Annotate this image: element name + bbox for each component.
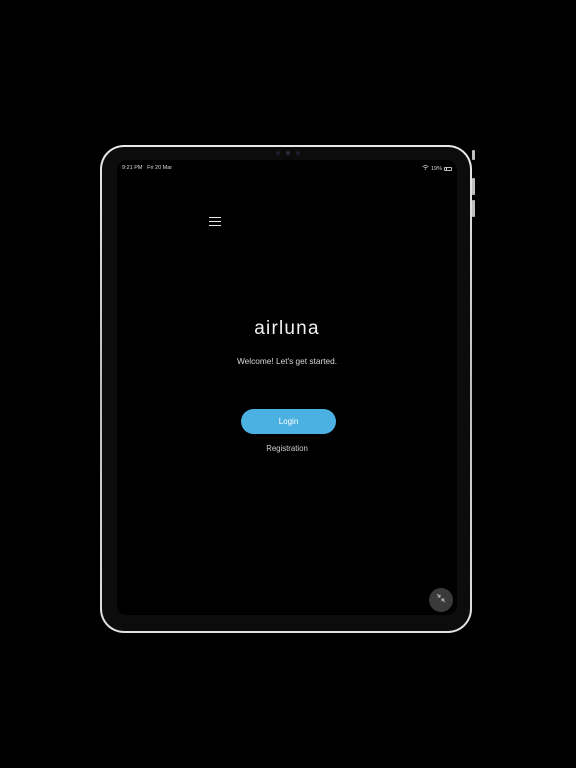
power-button	[472, 150, 475, 160]
minimize-button[interactable]	[429, 588, 453, 612]
status-time: 9:21 PM	[122, 165, 143, 171]
collapse-arrows-icon	[435, 591, 447, 609]
front-camera	[260, 150, 316, 156]
login-button[interactable]: Login	[241, 409, 336, 434]
battery-percent: 19%	[430, 165, 442, 172]
volume-up-button	[472, 178, 475, 195]
welcome-text: Welcome! Let's get started.	[236, 356, 338, 366]
app-logo: airluna	[254, 318, 320, 339]
status-bar: 9:21 PM Fri 20 Mar 19%	[117, 160, 457, 176]
volume-down-button	[472, 200, 475, 217]
battery-icon	[444, 166, 452, 171]
registration-link[interactable]: Registration	[117, 444, 457, 453]
app-screen: 9:21 PM Fri 20 Mar 19% airluna Welcome! …	[117, 160, 457, 615]
wifi-icon	[422, 165, 429, 172]
status-date: Fri 20 Mar	[147, 165, 173, 171]
hamburger-menu-icon[interactable]	[209, 217, 221, 227]
status-right: 19%	[422, 165, 452, 172]
status-left: 9:21 PM Fri 20 Mar	[122, 165, 172, 171]
